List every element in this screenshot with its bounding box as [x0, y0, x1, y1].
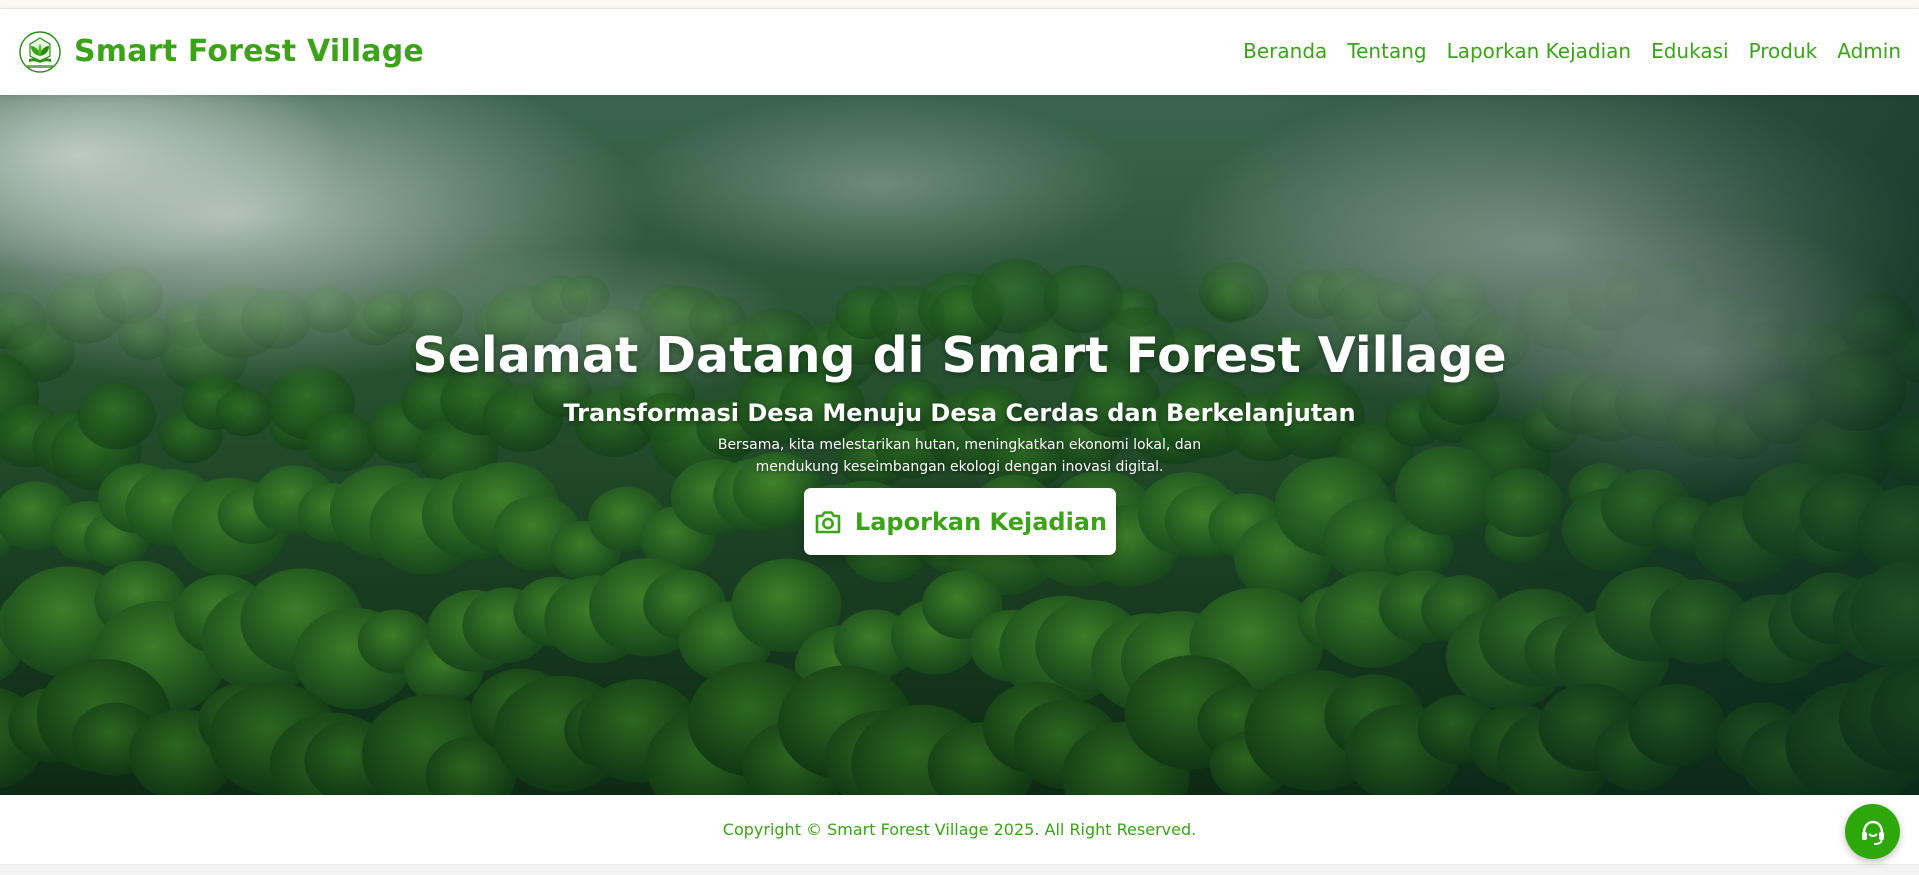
hero-section: Selamat Datang di Smart Forest Village T… [0, 95, 1919, 795]
main-nav: Beranda Tentang Laporkan Kejadian Edukas… [1243, 37, 1901, 65]
leaf-book-logo-icon [19, 31, 61, 73]
brand-home-link[interactable]: Smart Forest Village [18, 30, 424, 74]
hero-title: Selamat Datang di Smart Forest Village [412, 327, 1507, 384]
nav-item-tentang[interactable]: Tentang [1347, 37, 1426, 65]
top-strip [0, 0, 1919, 9]
nav-item-admin[interactable]: Admin [1837, 37, 1901, 65]
logo-caption [27, 65, 53, 68]
copyright-text: Copyright © Smart Forest Village 2025. A… [722, 820, 1197, 839]
footer: Copyright © Smart Forest Village 2025. A… [0, 795, 1919, 865]
customer-support-icon [1861, 820, 1884, 845]
report-incident-button[interactable]: Laporkan Kejadian [804, 488, 1116, 555]
hero-subtitle: Transformasi Desa Menuju Desa Cerdas dan… [563, 399, 1356, 427]
hero-description: Bersama, kita melestarikan hutan, mening… [717, 437, 1202, 475]
customer-support-button[interactable] [1845, 804, 1900, 859]
nav-item-laporkan-kejadian[interactable]: Laporkan Kejadian [1447, 37, 1632, 65]
report-incident-label: Laporkan Kejadian [854, 507, 1108, 536]
brand-title: Smart Forest Village [74, 34, 424, 69]
nav-item-produk[interactable]: Produk [1749, 37, 1818, 65]
navbar: Smart Forest Village Beranda Tentang Lap… [0, 9, 1919, 95]
camera-icon [815, 510, 841, 533]
page: Smart Forest Village Beranda Tentang Lap… [0, 0, 1919, 875]
hero-content: Selamat Datang di Smart Forest Village T… [0, 95, 1919, 795]
nav-item-beranda[interactable]: Beranda [1243, 37, 1327, 65]
nav-item-edukasi[interactable]: Edukasi [1651, 37, 1728, 65]
